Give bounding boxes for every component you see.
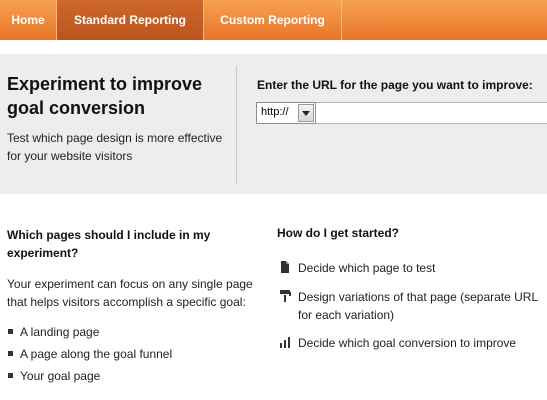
experiment-header-panel: Experiment to improve goal conversion Te…	[0, 54, 547, 194]
page-type-list: A landing page A page along the goal fun…	[7, 321, 172, 387]
get-started-heading: How do I get started?	[277, 226, 400, 240]
step-label: Design variations of that page (separate…	[298, 290, 538, 322]
tab-home[interactable]: Home	[0, 0, 57, 40]
pages-to-include-heading: Which pages should I include in my exper…	[7, 228, 211, 260]
list-item: A page along the goal funnel	[7, 343, 172, 365]
pages-to-include-description: Your experiment can focus on any single …	[7, 277, 253, 309]
tab-standard-reporting[interactable]: Standard Reporting	[57, 0, 204, 40]
step-decide-page: Decide which page to test	[279, 259, 547, 277]
url-field-label: Enter the URL for the page you want to i…	[257, 78, 533, 92]
bar-chart-icon	[280, 337, 290, 348]
page-title: Experiment to improve goal conversion	[7, 74, 203, 118]
step-label: Decide which goal conversion to improve	[298, 336, 517, 350]
chevron-down-icon[interactable]	[298, 104, 314, 122]
page-description: Test which page design is more effective…	[7, 131, 223, 163]
paint-roller-icon	[280, 290, 291, 302]
protocol-select-value: http://	[261, 106, 289, 118]
page-icon	[281, 261, 289, 273]
step-decide-goal: Decide which goal conversion to improve	[279, 334, 547, 352]
panel-divider	[236, 66, 237, 184]
step-label: Decide which page to test	[298, 261, 436, 275]
list-item: A landing page	[7, 321, 172, 343]
list-item: Your goal page	[7, 365, 172, 387]
tab-custom-reporting[interactable]: Custom Reporting	[204, 0, 342, 40]
protocol-select[interactable]: http://	[256, 102, 316, 124]
step-design-variations: Design variations of that page (separate…	[279, 288, 547, 324]
top-nav: Home Standard Reporting Custom Reporting	[0, 0, 547, 40]
url-input[interactable]	[316, 102, 547, 124]
